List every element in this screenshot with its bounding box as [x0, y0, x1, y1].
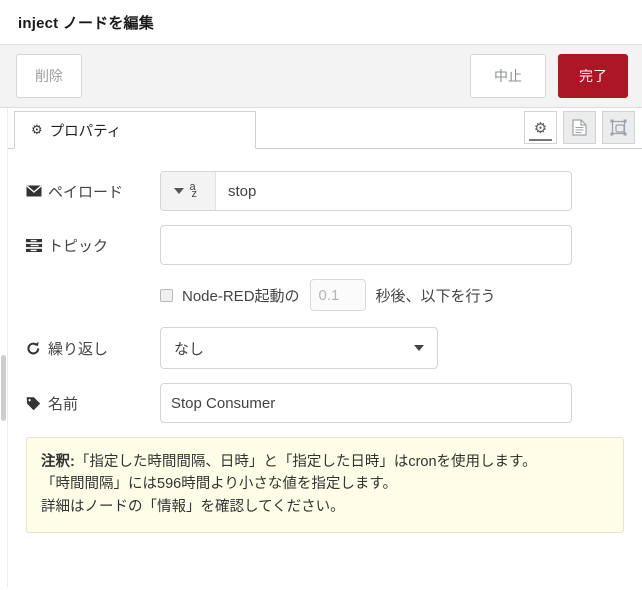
- topic-label-text: トピック: [48, 237, 109, 255]
- refresh-icon: [26, 341, 46, 356]
- gear-icon: ⚙: [533, 119, 548, 137]
- tag-icon: [26, 396, 46, 411]
- document-icon: [572, 119, 587, 136]
- payload-typed-input[interactable]: a z stop: [160, 171, 572, 211]
- topic-input[interactable]: [160, 225, 572, 265]
- cancel-button[interactable]: 中止: [470, 54, 546, 98]
- tab-properties-label: プロパティ: [49, 123, 122, 140]
- repeat-select[interactable]: なし: [160, 327, 438, 369]
- payload-value[interactable]: stop: [216, 172, 571, 210]
- name-label-text: 名前: [48, 395, 79, 413]
- list-icon: [26, 238, 46, 252]
- properties-tool-button[interactable]: ⚙: [524, 111, 557, 144]
- note-box: 注釈:「指定した時間間隔、日時」と「指定した日時」はcronを使用します。 「時…: [26, 437, 624, 534]
- tab-properties[interactable]: ⚙ プロパティ: [14, 111, 256, 149]
- page-title: inject ノードを編集: [18, 14, 154, 32]
- properties-form: ペイロード a z stop トピック Node-RED起動の 0.1 秒後、以…: [0, 149, 642, 590]
- topic-row: トピック: [0, 225, 642, 265]
- payload-label-text: ペイロード: [48, 183, 124, 201]
- delete-button[interactable]: 削除: [16, 54, 82, 98]
- startup-text-after: 秒後、以下を行う: [375, 287, 496, 305]
- topic-label: トピック: [26, 235, 160, 256]
- note-prefix: 注釈:: [41, 454, 75, 470]
- startup-inject-checkbox[interactable]: [160, 288, 173, 302]
- string-type-icon-bottom: z: [191, 188, 198, 200]
- repeat-select-value: なし: [174, 340, 205, 358]
- gear-icon: ⚙: [31, 122, 43, 137]
- appearance-icon: [610, 119, 627, 136]
- dialog-header: inject ノードを編集: [0, 0, 642, 45]
- repeat-label: 繰り返し: [26, 338, 160, 359]
- tab-tool-buttons: ⚙: [524, 111, 635, 144]
- chevron-down-icon: [414, 345, 424, 351]
- envelope-icon: [26, 185, 46, 197]
- appearance-tool-button[interactable]: [602, 111, 635, 144]
- done-button[interactable]: 完了: [558, 54, 628, 98]
- chevron-down-icon: [173, 188, 184, 194]
- scrollbar-track[interactable]: [0, 108, 8, 587]
- payload-label: ペイロード: [26, 181, 160, 202]
- startup-text-before: Node-RED起動の: [182, 287, 300, 305]
- startup-inject-row: Node-RED起動の 秒後、以下を行う: [0, 279, 642, 311]
- tab-bar: ⚙ プロパティ ⚙: [0, 108, 642, 149]
- payload-row: ペイロード a z stop: [0, 171, 642, 211]
- name-label: 名前: [26, 393, 160, 414]
- dialog-button-toolbar: 削除 中止 完了: [0, 45, 642, 108]
- repeat-row: 繰り返し なし: [0, 327, 642, 369]
- string-type-icon: a z: [189, 180, 203, 202]
- note-line-3: 詳細はノードの「情報」を確認してください。: [41, 498, 345, 515]
- name-row: 名前: [0, 383, 642, 423]
- repeat-label-text: 繰り返し: [48, 340, 109, 358]
- note-line-1: 「指定した時間間隔、日時」と「指定した日時」はcronを使用します。: [74, 454, 537, 470]
- description-tool-button[interactable]: [563, 111, 596, 144]
- scrollbar-thumb[interactable]: [1, 355, 6, 421]
- startup-delay-input[interactable]: [309, 279, 366, 311]
- name-input[interactable]: [160, 383, 572, 423]
- payload-type-select[interactable]: a z: [161, 172, 216, 210]
- note-line-2: 「時間間隔」には596時間より小さな値を指定します。: [41, 476, 397, 493]
